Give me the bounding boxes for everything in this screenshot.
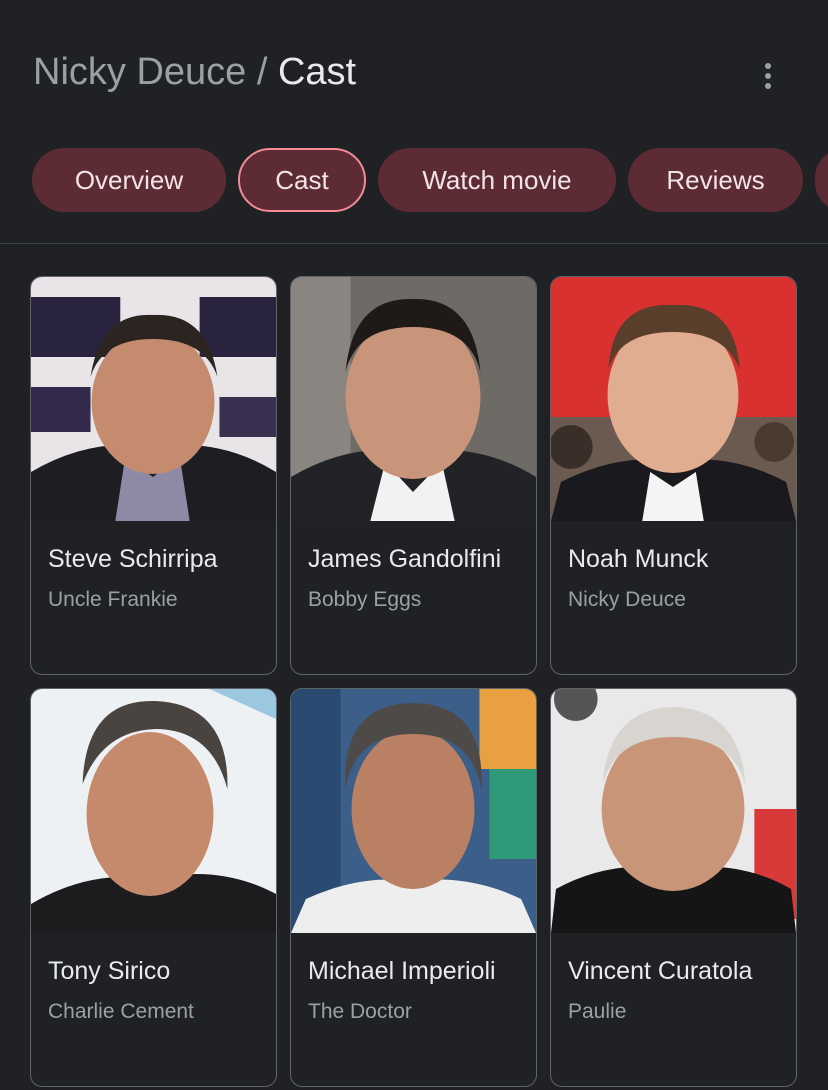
cast-name: James Gandolfini [308, 545, 502, 573]
cast-card[interactable]: Michael Imperioli The Doctor [290, 688, 537, 1087]
cast-photo [291, 277, 536, 521]
cast-card[interactable]: Noah Munck Nicky Deuce [550, 276, 797, 675]
cast-card[interactable]: Steve Schirripa Uncle Frankie [30, 276, 277, 675]
cast-name: Vincent Curatola [568, 957, 753, 985]
cast-text: Noah Munck Nicky Deuce [568, 539, 790, 615]
cast-name: Michael Imperioli [308, 957, 496, 985]
breadcrumb-parent[interactable]: Nicky Deuce [33, 51, 246, 93]
cast-role: Bobby Eggs [308, 588, 422, 611]
cast-name: Tony Sirico [48, 957, 171, 985]
tab-reviews[interactable]: Reviews [628, 148, 803, 212]
cast-photo [551, 689, 796, 933]
more-vert-icon-dot [765, 83, 771, 89]
cast-text: James Gandolfini Bobby Eggs [308, 539, 530, 615]
cast-photo [31, 277, 276, 521]
cast-text: Michael Imperioli The Doctor [308, 951, 530, 1027]
cast-card[interactable]: Tony Sirico Charlie Cement [30, 688, 277, 1087]
tab-watch-movie[interactable]: Watch movie [378, 148, 616, 212]
cast-role: Charlie Cement [48, 1000, 194, 1023]
app-header: Nicky Deuce / Cast [0, 0, 828, 140]
tab-bar: Overview Cast Watch movie Reviews [0, 148, 828, 214]
more-vert-icon-dot [765, 73, 771, 79]
cast-text: Steve Schirripa Uncle Frankie [48, 539, 270, 615]
cast-text: Vincent Curatola Paulie [568, 951, 790, 1027]
cast-role: Nicky Deuce [568, 588, 686, 611]
tab-cast[interactable]: Cast [238, 148, 366, 212]
divider [0, 243, 828, 244]
cast-card[interactable]: James Gandolfini Bobby Eggs [290, 276, 537, 675]
more-options-button[interactable] [748, 56, 788, 96]
cast-card[interactable]: Vincent Curatola Paulie [550, 688, 797, 1087]
cast-role: Uncle Frankie [48, 588, 178, 611]
cast-photo [291, 689, 536, 933]
cast-text: Tony Sirico Charlie Cement [48, 951, 270, 1027]
breadcrumb-separator: / [246, 51, 278, 93]
tab-next-partial[interactable] [815, 148, 828, 212]
cast-photo [31, 689, 276, 933]
cast-role: The Doctor [308, 1000, 412, 1023]
breadcrumb-current: Cast [277, 51, 357, 93]
cast-name: Noah Munck [568, 545, 709, 573]
cast-role: Paulie [568, 1000, 627, 1023]
cast-name: Steve Schirripa [48, 545, 218, 573]
tab-overview[interactable]: Overview [32, 148, 226, 212]
more-vert-icon [765, 63, 771, 69]
cast-photo [551, 277, 796, 521]
page-title: Nicky Deuce / Cast [33, 50, 356, 94]
